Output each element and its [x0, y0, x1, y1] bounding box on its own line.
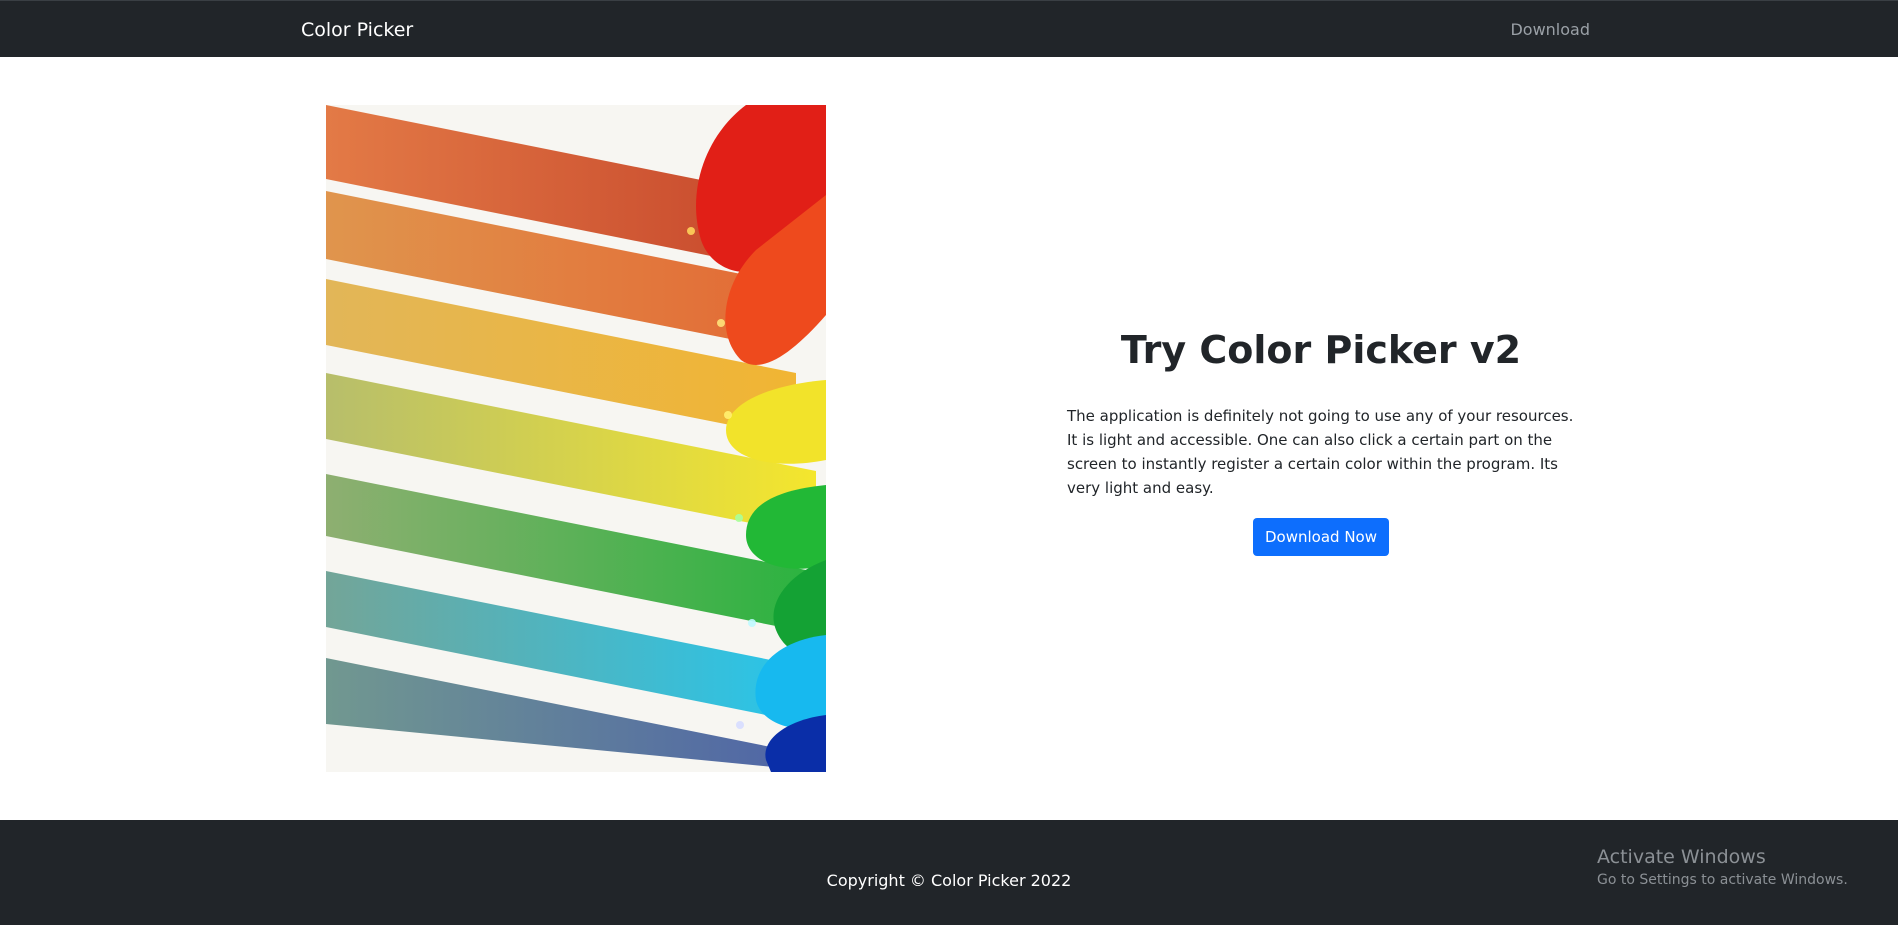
activate-windows-watermark: Activate Windows Go to Settings to activ…	[1597, 845, 1848, 890]
hero-content: Try Color Picker v2 The application is d…	[1067, 320, 1575, 556]
activate-windows-title: Activate Windows	[1597, 846, 1766, 868]
hero-description: The application is definitely not going …	[1067, 407, 1574, 497]
top-navbar: Color Picker Download	[0, 0, 1898, 57]
rainbow-crayons-illustration	[326, 105, 826, 772]
download-now-button[interactable]: Download Now	[1253, 518, 1389, 556]
brand-link[interactable]: Color Picker	[301, 18, 413, 42]
download-nav-link[interactable]: Download	[1510, 19, 1590, 41]
activate-windows-subtitle: Go to Settings to activate Windows.	[1597, 872, 1848, 888]
hero-image	[326, 105, 826, 772]
page-title: Try Color Picker v2	[1120, 328, 1522, 372]
